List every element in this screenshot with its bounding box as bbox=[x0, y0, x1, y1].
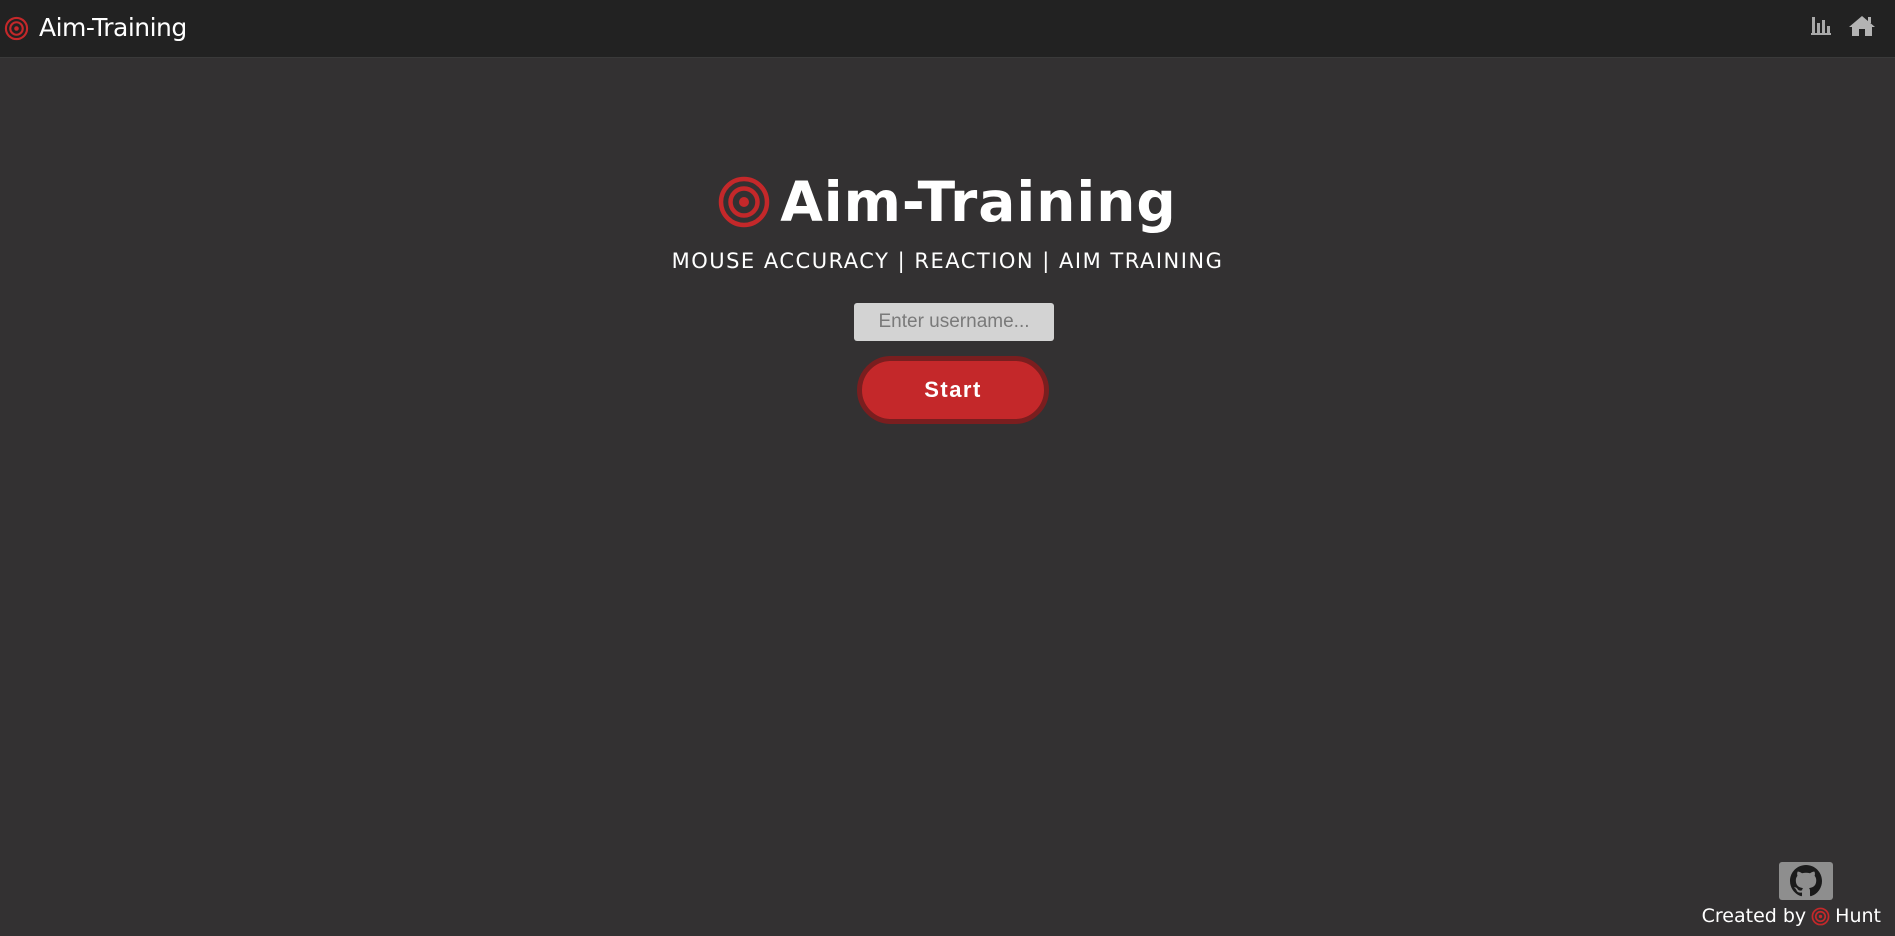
target-icon bbox=[718, 176, 770, 228]
home-icon[interactable] bbox=[1848, 14, 1876, 38]
target-icon bbox=[4, 16, 29, 40]
github-icon bbox=[1790, 865, 1822, 897]
created-by-label: Created by bbox=[1701, 905, 1807, 927]
page-title: Aim-Training bbox=[780, 170, 1177, 234]
bar-chart-icon[interactable] bbox=[1810, 14, 1832, 36]
tagline: MOUSE ACCURACY | REACTION | AIM TRAINING bbox=[671, 249, 1224, 273]
author-link[interactable]: Hunt bbox=[1835, 905, 1881, 927]
username-input[interactable] bbox=[854, 303, 1054, 341]
footer-credit: Created by Hunt bbox=[1702, 903, 1881, 929]
brand-link[interactable]: Aim-Training bbox=[4, 14, 187, 42]
brand-title: Aim-Training bbox=[39, 13, 187, 42]
target-icon bbox=[1811, 907, 1830, 925]
start-button[interactable]: Start bbox=[857, 356, 1049, 424]
hero-heading: Aim-Training bbox=[0, 170, 1895, 234]
top-navbar: Aim-Training bbox=[0, 0, 1895, 58]
github-link[interactable] bbox=[1779, 862, 1833, 900]
